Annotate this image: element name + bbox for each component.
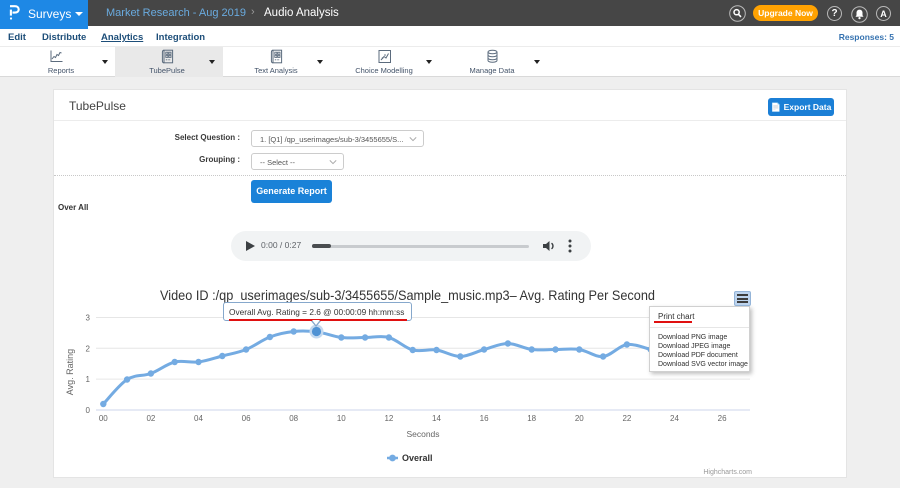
svg-text:14: 14 (432, 414, 441, 423)
svg-text:Highcharts.com: Highcharts.com (703, 469, 752, 476)
svg-text:00: 00 (99, 414, 108, 423)
svg-text:26: 26 (718, 414, 727, 423)
svg-text:10: 10 (337, 414, 346, 423)
svg-text:20: 20 (575, 414, 584, 423)
svg-text:3: 3 (86, 314, 91, 323)
svg-text:04: 04 (194, 414, 203, 423)
svg-text:Seconds: Seconds (406, 429, 439, 439)
svg-text:08: 08 (289, 414, 298, 423)
svg-text:Overall: Overall (402, 453, 433, 463)
svg-text:18: 18 (527, 414, 536, 423)
svg-text:06: 06 (242, 414, 251, 423)
svg-text:24: 24 (670, 414, 679, 423)
svg-text:02: 02 (146, 414, 155, 423)
svg-text:16: 16 (480, 414, 489, 423)
svg-text:Avg. Rating: Avg. Rating (65, 349, 75, 395)
svg-text:0: 0 (86, 406, 91, 415)
svg-text:Video ID :/qp_userimages/sub-3: Video ID :/qp_userimages/sub-3/3455655/S… (160, 287, 655, 303)
svg-text:12: 12 (384, 414, 393, 423)
svg-text:22: 22 (622, 414, 631, 423)
svg-text:1: 1 (86, 375, 91, 384)
svg-text:2: 2 (86, 344, 91, 353)
